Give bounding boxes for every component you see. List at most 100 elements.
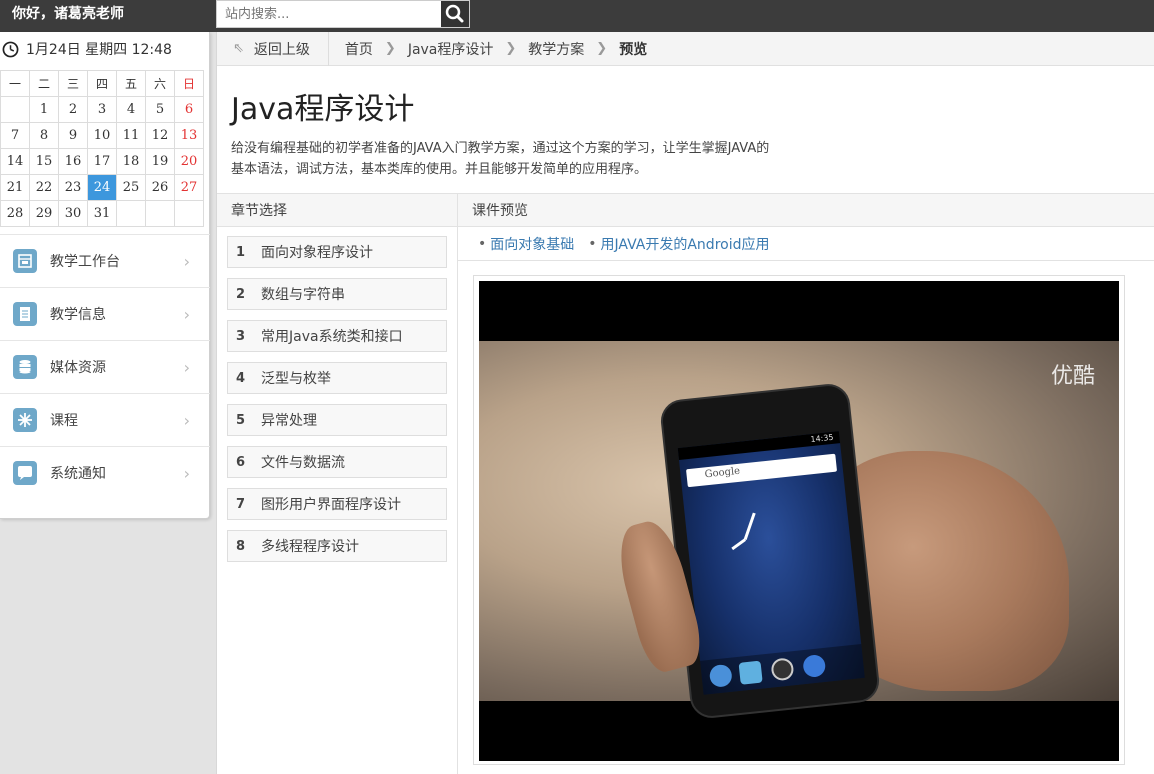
database-icon <box>13 355 37 379</box>
site-search <box>216 0 470 28</box>
calendar-day[interactable]: 6 <box>174 96 204 123</box>
sidebar-menu-item[interactable]: 教学工作台 › <box>0 234 210 287</box>
chapter-number: 1 <box>235 244 246 260</box>
calendar-weekday: 三 <box>58 70 88 97</box>
chapter-item[interactable]: 6 文件与数据流 <box>227 446 447 478</box>
clock-icon <box>2 41 19 57</box>
calendar-day[interactable]: 25 <box>116 174 146 201</box>
calendar-day[interactable]: 13 <box>174 122 204 149</box>
calendar-day[interactable]: 12 <box>145 122 175 149</box>
breadcrumb-item-course[interactable]: Java程序设计 <box>408 39 494 59</box>
chapter-title: 面向对象程序设计 <box>261 245 373 261</box>
calendar-day[interactable]: 22 <box>29 174 59 201</box>
chat-bubble-icon <box>13 461 37 485</box>
calendar-weekday: 六 <box>145 70 175 97</box>
preview-links: • 面向对象基础 • 用JAVA开发的Android应用 <box>458 227 1154 261</box>
contacts-app-icon <box>738 660 763 685</box>
breadcrumb-trail: 首页 ❯ Java程序设计 ❯ 教学方案 ❯ 预览 <box>329 39 647 59</box>
chapter-item[interactable]: 5 异常处理 <box>227 404 447 436</box>
chapter-title: 图形用户界面程序设计 <box>261 497 401 513</box>
talk-app-icon <box>708 663 733 688</box>
calendar-day[interactable]: 24 <box>87 174 117 201</box>
calendar-day[interactable]: 31 <box>87 200 117 227</box>
sidebar-menu-label: 教学信息 <box>50 307 106 323</box>
calendar-day[interactable]: 14 <box>0 148 30 175</box>
phone-search-bar: Google <box>686 453 838 488</box>
calendar-day[interactable]: 4 <box>116 96 146 123</box>
chapter-item[interactable]: 1 面向对象程序设计 <box>227 236 447 268</box>
main-content: ⇖ 返回上级 首页 ❯ Java程序设计 ❯ 教学方案 ❯ 预览 Java程序设… <box>216 31 1154 774</box>
calendar-empty-cell <box>145 200 175 227</box>
chapter-item[interactable]: 3 常用Java系统类和接口 <box>227 320 447 352</box>
calendar-day[interactable]: 28 <box>0 200 30 227</box>
calendar-day[interactable]: 5 <box>145 96 175 123</box>
calendar-day[interactable]: 26 <box>145 174 175 201</box>
calendar-day[interactable]: 16 <box>58 148 88 175</box>
snowflake-icon <box>13 408 37 432</box>
calendar-day[interactable]: 7 <box>0 122 30 149</box>
bullet-icon: • <box>588 235 597 252</box>
document-icon <box>13 302 37 326</box>
calendar-day[interactable]: 11 <box>116 122 146 149</box>
chevron-right-icon: › <box>183 358 190 377</box>
calendar-day[interactable]: 30 <box>58 200 88 227</box>
breadcrumb-item-plan[interactable]: 教学方案 <box>528 39 584 59</box>
chapter-number: 5 <box>235 412 246 428</box>
chapter-item[interactable]: 2 数组与字符串 <box>227 278 447 310</box>
preview-link-oop-basics[interactable]: 面向对象基础 <box>490 234 574 254</box>
calendar-day[interactable]: 8 <box>29 122 59 149</box>
sidebar-panel: 1月24日 星期四 12:48 一二三四五六日 1 2 3 4 5 6 7 8 9 10 11 12 13… <box>0 32 210 519</box>
search-input[interactable] <box>217 1 443 27</box>
calendar-day[interactable]: 29 <box>29 200 59 227</box>
chapter-item[interactable]: 8 多线程程序设计 <box>227 530 447 562</box>
sidebar-menu-label: 媒体资源 <box>50 360 106 376</box>
course-description: 给没有编程基础的初学者准备的JAVA入门教学方案，通过这个方案的学习，让学生掌握… <box>231 138 851 180</box>
sidebar-menu: 教学工作台 › 教学信息 › 媒体资源 › 课程 › 系统通知 › <box>0 234 210 499</box>
calendar-day[interactable]: 19 <box>145 148 175 175</box>
calendar: 一二三四五六日 1 2 3 4 5 6 7 8 9 10 11 12 13 14 15 16 17 18 19 20 21… <box>0 70 204 227</box>
bullet-icon: • <box>478 235 487 252</box>
left-sidebar: 1月24日 星期四 12:48 一二三四五六日 1 2 3 4 5 6 7 8 9 10 11 12 13… <box>0 32 216 774</box>
calendar-day[interactable]: 18 <box>116 148 146 175</box>
clock-hand <box>743 512 756 541</box>
chapter-title: 文件与数据流 <box>261 455 345 471</box>
calendar-empty-cell <box>116 200 146 227</box>
preview-link-android-app[interactable]: 用JAVA开发的Android应用 <box>601 234 770 254</box>
calendar-day[interactable]: 20 <box>174 148 204 175</box>
calendar-day[interactable]: 3 <box>87 96 117 123</box>
sidebar-menu-item[interactable]: 课程 › <box>0 393 210 446</box>
search-button[interactable] <box>441 1 469 27</box>
sidebar-menu-item[interactable]: 系统通知 › <box>0 446 210 499</box>
video-watermark: 优酷 <box>1050 364 1095 389</box>
back-button[interactable]: ⇖ 返回上级 <box>217 31 329 66</box>
chapter-item[interactable]: 7 图形用户界面程序设计 <box>227 488 447 520</box>
sidebar-menu-item[interactable]: 媒体资源 › <box>0 340 210 393</box>
calendar-day[interactable]: 10 <box>87 122 117 149</box>
sidebar-menu-item[interactable]: 教学信息 › <box>0 287 210 340</box>
preview-panel: • 面向对象基础 • 用JAVA开发的Android应用 14:35 Googl… <box>457 227 1154 774</box>
calendar-day[interactable]: 1 <box>29 96 59 123</box>
breadcrumb-item-home[interactable]: 首页 <box>345 39 373 59</box>
video-player-frame: 14:35 Google 优酷 <box>473 275 1125 765</box>
calendar-empty-cell <box>174 200 204 227</box>
chevron-right-icon: › <box>183 464 190 483</box>
calendar-weekday: 日 <box>174 70 204 97</box>
calendar-day[interactable]: 21 <box>0 174 30 201</box>
video-player[interactable]: 14:35 Google 优酷 <box>479 281 1119 761</box>
date-time-display: 1月24日 星期四 12:48 <box>0 32 210 66</box>
page-title: Java程序设计 <box>231 92 415 127</box>
video-frame-image: 14:35 Google 优酷 <box>479 341 1119 721</box>
calendar-day[interactable]: 23 <box>58 174 88 201</box>
calendar-day[interactable]: 27 <box>174 174 204 201</box>
top-bar: 你好，诸葛亮老师 <box>0 0 1154 32</box>
calendar-day[interactable]: 17 <box>87 148 117 175</box>
chapter-section-heading: 章节选择 <box>217 193 457 227</box>
chapter-item[interactable]: 4 泛型与枚举 <box>227 362 447 394</box>
preview-section-heading: 课件预览 <box>457 193 1154 227</box>
back-arrow-icon: ⇖ <box>233 41 244 56</box>
sidebar-menu-label: 系统通知 <box>50 466 106 482</box>
calendar-day[interactable]: 15 <box>29 148 59 175</box>
calendar-day[interactable]: 9 <box>58 122 88 149</box>
sidebar-menu-label: 教学工作台 <box>50 254 120 270</box>
calendar-day[interactable]: 2 <box>58 96 88 123</box>
